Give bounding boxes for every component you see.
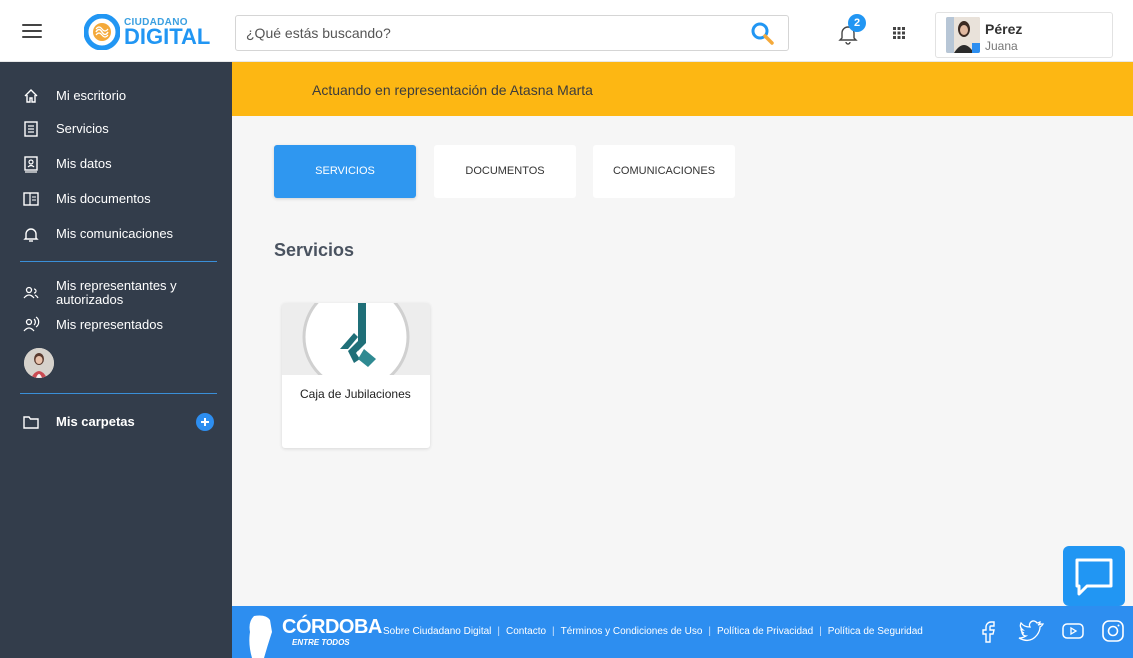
sidebar-item-label: Mis representantes y	[56, 278, 177, 293]
section-title: Servicios	[274, 240, 355, 260]
app-root: CIUDADANO DIGITAL 2	[0, 0, 1133, 658]
footer-brand: CÓRDOBA	[282, 616, 382, 638]
service-card-caja-jubilaciones[interactable]: Caja de Jubilaciones	[282, 303, 430, 448]
sidebar: Mi escritorio Servicios Mis datos Mis do…	[0, 62, 232, 658]
add-folder-icon[interactable]	[196, 413, 214, 431]
ciudadano-digital-logo[interactable]: CIUDADANO DIGITAL	[84, 14, 210, 50]
representation-banner: Actuando en representación de Atasna Mar…	[232, 62, 1133, 116]
sidebar-item-mi-escritorio[interactable]: Mi escritorio	[0, 81, 232, 111]
user-avatar	[946, 17, 980, 53]
notifications-button[interactable]: 2	[836, 14, 868, 46]
id-card-icon	[24, 156, 38, 173]
documents-icon	[23, 192, 39, 206]
logo-mark-icon	[84, 14, 120, 50]
tab-servicios[interactable]: SERVICIOS	[274, 145, 416, 198]
folder-icon	[23, 416, 39, 429]
footer: CÓRDOBA ENTRE TODOS Sobre Ciudadano Digi…	[232, 606, 1133, 658]
menu-icon[interactable]	[22, 24, 42, 40]
footer-links: Sobre Ciudadano Digital | Contacto | Término…	[383, 626, 923, 637]
sidebar-item-label: Mi escritorio	[56, 88, 127, 103]
chat-icon	[1075, 558, 1113, 596]
sidebar-item-label: Mis datos	[56, 156, 112, 171]
search-input[interactable]	[246, 22, 736, 44]
sidebar-item-mis-documentos[interactable]: Mis documentos	[0, 184, 232, 214]
footer-link-seguridad[interactable]: Política de Seguridad	[828, 626, 923, 637]
youtube-icon[interactable]	[1060, 618, 1086, 644]
notification-badge: 2	[848, 14, 866, 32]
cordoba-map-icon	[249, 615, 272, 658]
sidebar-divider	[20, 261, 217, 262]
tab-comunicaciones[interactable]: COMUNICACIONES	[593, 145, 735, 198]
instagram-icon[interactable]	[1100, 618, 1126, 644]
footer-link-terminos[interactable]: Términos y Condiciones de Uso	[561, 626, 703, 637]
caja-jubilaciones-logo	[282, 303, 430, 375]
card-label: Caja de Jubilaciones	[300, 387, 411, 401]
footer-link-privacidad[interactable]: Política de Privacidad	[717, 626, 813, 637]
sidebar-item-mis-datos[interactable]: Mis datos	[0, 149, 232, 179]
sidebar-item-label: Servicios	[56, 121, 109, 136]
banner-text: Actuando en representación de Atasna Mar…	[312, 82, 593, 98]
sidebar-divider	[20, 393, 217, 394]
people-icon	[23, 286, 39, 299]
sidebar-item-label: Mis carpetas	[56, 414, 135, 429]
apps-grid-icon[interactable]	[892, 26, 906, 40]
logo-text-big: DIGITAL	[124, 24, 211, 49]
sidebar-item-mis-representados[interactable]: Mis representados	[0, 310, 232, 340]
services-icon	[24, 121, 38, 137]
tab-documentos[interactable]: DOCUMENTOS	[434, 145, 576, 198]
main-content: SERVICIOS DOCUMENTOS COMUNICACIONES Serv…	[232, 116, 1133, 606]
search-bar	[235, 15, 789, 51]
user-subname: Juana	[985, 39, 1018, 53]
sidebar-item-label-2: autorizados	[56, 292, 124, 307]
twitter-icon[interactable]	[1018, 618, 1044, 644]
footer-brand-sub: ENTRE TODOS	[292, 638, 350, 647]
represented-avatar[interactable]	[24, 348, 54, 378]
top-header: CIUDADANO DIGITAL 2	[0, 0, 1133, 62]
sidebar-item-mis-representantes[interactable]: Mis representantes y autorizados	[0, 276, 232, 310]
home-icon	[24, 89, 38, 103]
sidebar-item-servicios[interactable]: Servicios	[0, 114, 232, 144]
sidebar-item-label: Mis documentos	[56, 191, 151, 206]
sidebar-item-mis-comunicaciones[interactable]: Mis comunicaciones	[0, 219, 232, 249]
chat-button[interactable]	[1063, 546, 1125, 606]
search-icon[interactable]	[750, 21, 776, 47]
person-signal-icon	[23, 316, 40, 332]
footer-link-sobre[interactable]: Sobre Ciudadano Digital	[383, 626, 491, 637]
user-name: Pérez	[985, 21, 1023, 37]
sidebar-item-label: Mis comunicaciones	[56, 226, 174, 241]
sidebar-item-label: Mis representados	[56, 317, 163, 332]
footer-link-contacto[interactable]: Contacto	[506, 626, 546, 637]
bell-icon	[23, 228, 39, 242]
user-menu[interactable]: Pérez Juana	[935, 12, 1113, 58]
facebook-icon[interactable]	[976, 618, 1002, 644]
